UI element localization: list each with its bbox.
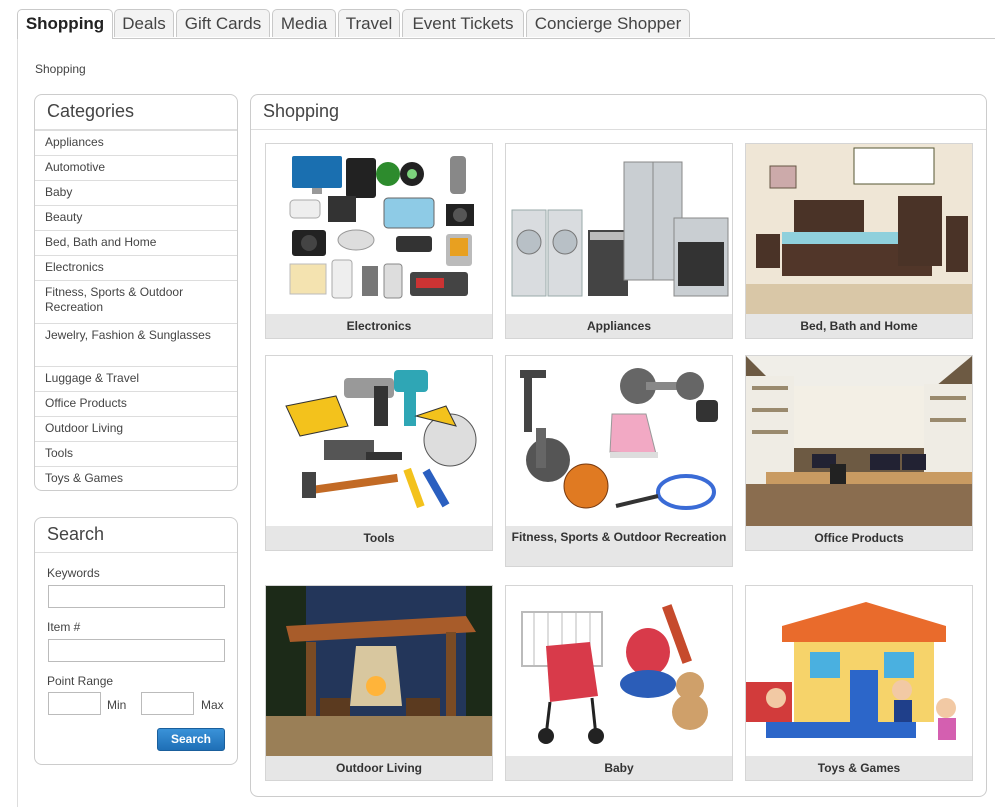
- content-left-border: [17, 38, 18, 807]
- category-beauty[interactable]: Beauty: [35, 205, 237, 230]
- tab-concierge-shopper[interactable]: Concierge Shopper: [526, 9, 690, 37]
- outdoor-image: [266, 586, 492, 756]
- tile-office-products[interactable]: Office Products: [745, 355, 973, 551]
- category-luggage-travel[interactable]: Luggage & Travel: [35, 366, 237, 391]
- category-jewelry-fashion[interactable]: Jewelry, Fashion & Sunglasses: [35, 323, 237, 366]
- tile-tools[interactable]: Tools: [265, 355, 493, 551]
- fitness-image: [506, 356, 732, 526]
- point-range-label: Point Range: [47, 674, 114, 688]
- category-outdoor-living[interactable]: Outdoor Living: [35, 416, 237, 441]
- office-image: [746, 356, 972, 526]
- electronics-image: [266, 144, 492, 314]
- tab-shopping[interactable]: Shopping: [17, 9, 113, 39]
- category-toys-games[interactable]: Toys & Games: [35, 466, 237, 491]
- tile-fitness-sports-caption: Fitness, Sports & Outdoor Recreation: [506, 526, 732, 566]
- baby-image: [506, 586, 732, 756]
- search-button[interactable]: Search: [157, 728, 225, 751]
- tile-bed-bath-home-caption: Bed, Bath and Home: [746, 314, 972, 338]
- tab-deals[interactable]: Deals: [114, 9, 174, 37]
- categories-panel: Categories Appliances Automotive Baby Be…: [34, 94, 238, 491]
- tile-outdoor-living[interactable]: Outdoor Living: [265, 585, 493, 781]
- keywords-label: Keywords: [47, 566, 100, 580]
- category-automotive[interactable]: Automotive: [35, 155, 237, 180]
- tools-image: [266, 356, 492, 526]
- category-appliances[interactable]: Appliances: [35, 130, 237, 155]
- categories-title: Categories: [35, 95, 237, 130]
- shopping-title: Shopping: [251, 95, 986, 130]
- shopping-panel: Shopping Electronics Appliances Bed, Bat…: [250, 94, 987, 797]
- max-label: Max: [201, 698, 224, 712]
- tile-appliances-caption: Appliances: [506, 314, 732, 338]
- search-title: Search: [35, 518, 237, 553]
- tile-toys-games[interactable]: Toys & Games: [745, 585, 973, 781]
- breadcrumb: Shopping: [35, 62, 86, 76]
- min-points-input[interactable]: [48, 692, 101, 715]
- min-label: Min: [107, 698, 127, 712]
- item-number-input[interactable]: [48, 639, 225, 662]
- keywords-input[interactable]: [48, 585, 225, 608]
- category-baby[interactable]: Baby: [35, 180, 237, 205]
- tab-media[interactable]: Media: [272, 9, 336, 37]
- tile-electronics[interactable]: Electronics: [265, 143, 493, 339]
- main-tabs: Shopping Deals Gift Cards Media Travel E…: [17, 9, 995, 39]
- category-office-products[interactable]: Office Products: [35, 391, 237, 416]
- tile-baby-caption: Baby: [506, 756, 732, 780]
- appliances-image: [506, 144, 732, 314]
- search-panel: Search Keywords Item # Point Range Min M…: [34, 517, 238, 765]
- category-bed-bath-home[interactable]: Bed, Bath and Home: [35, 230, 237, 255]
- tab-event-tickets[interactable]: Event Tickets: [402, 9, 524, 37]
- tile-outdoor-living-caption: Outdoor Living: [266, 756, 492, 780]
- max-points-input[interactable]: [141, 692, 194, 715]
- category-tools[interactable]: Tools: [35, 441, 237, 466]
- bedroom-image: [746, 144, 972, 314]
- tab-travel[interactable]: Travel: [338, 9, 400, 37]
- category-electronics[interactable]: Electronics: [35, 255, 237, 280]
- toys-image: [746, 586, 972, 756]
- category-fitness-sports[interactable]: Fitness, Sports & Outdoor Recreation: [35, 280, 237, 323]
- tile-fitness-sports[interactable]: Fitness, Sports & Outdoor Recreation: [505, 355, 733, 567]
- tile-toys-games-caption: Toys & Games: [746, 756, 972, 780]
- tile-baby[interactable]: Baby: [505, 585, 733, 781]
- tab-gift-cards[interactable]: Gift Cards: [176, 9, 270, 37]
- tile-electronics-caption: Electronics: [266, 314, 492, 338]
- tabs-divider: [17, 38, 995, 39]
- tile-tools-caption: Tools: [266, 526, 492, 550]
- item-number-label: Item #: [47, 620, 81, 634]
- tile-office-products-caption: Office Products: [746, 526, 972, 550]
- tile-bed-bath-home[interactable]: Bed, Bath and Home: [745, 143, 973, 339]
- tile-appliances[interactable]: Appliances: [505, 143, 733, 339]
